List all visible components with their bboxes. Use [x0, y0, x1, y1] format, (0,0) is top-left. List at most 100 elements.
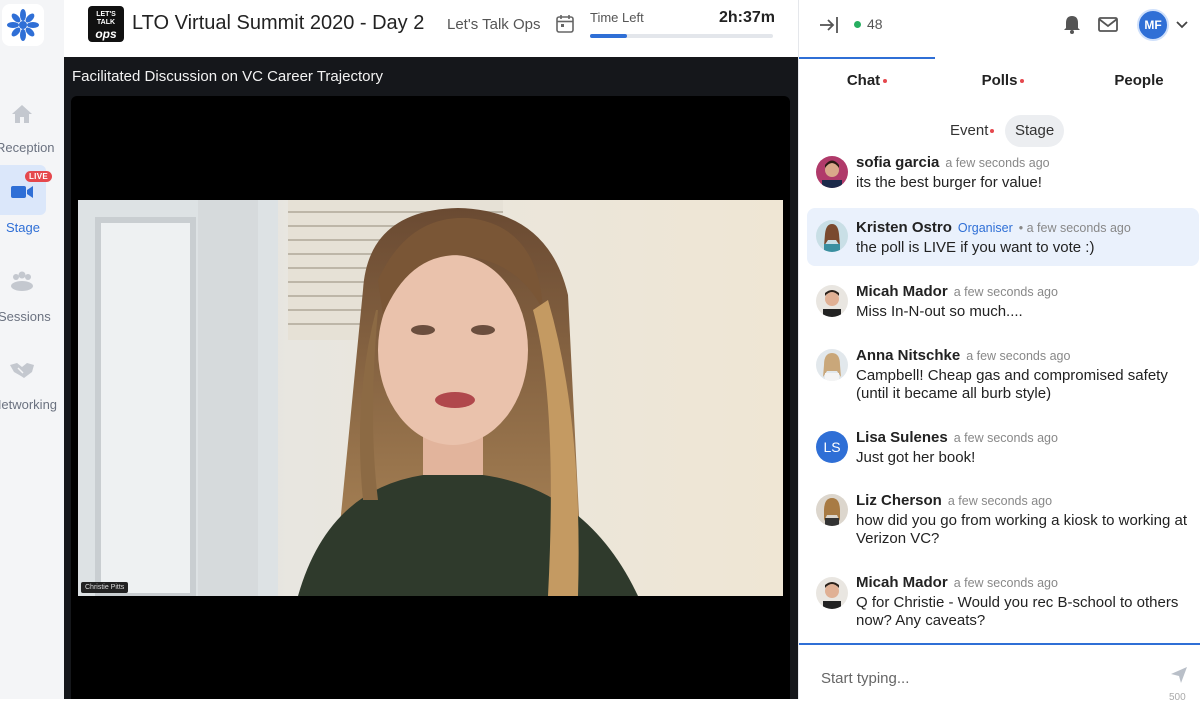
- message-time: a few seconds ago: [966, 349, 1071, 363]
- avatar-photo: [816, 220, 848, 252]
- panel-toolbar: 48 MF: [799, 0, 1200, 50]
- message-time: a few seconds ago: [945, 156, 1050, 170]
- panel-tabs: Chat Polls People: [799, 57, 1200, 107]
- avatar-photo: [816, 349, 848, 381]
- tab-label: Polls: [981, 72, 1018, 89]
- char-limit: 500: [1169, 692, 1186, 703]
- message-text: Q for Christie - Would you rec B-school …: [856, 594, 1179, 629]
- home-icon: [12, 105, 32, 123]
- top-bar: LET'S TALK ops LTO Virtual Summit 2020 -…: [64, 0, 798, 57]
- user-avatar[interactable]: MF: [1137, 9, 1169, 41]
- chat-message: Micah Mador a few seconds ago Q for Chris…: [807, 569, 1199, 642]
- speaker-video-image: [78, 200, 783, 596]
- speaker-name-tag: Christie Pitts: [81, 582, 129, 593]
- event-logo[interactable]: LET'S TALK ops: [88, 6, 124, 42]
- event-logo-text: LET'S TALK: [96, 11, 116, 26]
- message-time: a few seconds ago: [953, 576, 1058, 590]
- avatar[interactable]: [816, 349, 848, 381]
- send-icon[interactable]: [1169, 665, 1189, 685]
- online-count: 48: [867, 16, 883, 32]
- author-name[interactable]: sofia garcia: [856, 154, 939, 171]
- rail-item-label: Networking: [0, 397, 58, 412]
- tab-label: Chat: [846, 72, 881, 89]
- rail-item-label: Reception: [0, 140, 55, 155]
- message-time: a few seconds ago: [953, 431, 1058, 445]
- people-group-icon: [11, 271, 33, 291]
- event-title: LTO Virtual Summit 2020 - Day 2: [132, 12, 425, 34]
- message-text: the poll is LIVE if you want to vote :): [856, 239, 1095, 256]
- tab-chat[interactable]: Chat: [799, 57, 935, 107]
- stage-area: Facilitated Discussion on VC Career Traj…: [64, 57, 798, 699]
- message-author: Lisa Sulenes a few seconds ago: [856, 429, 1058, 446]
- organiser-badge: Organiser: [957, 221, 1013, 235]
- author-name[interactable]: Anna Nitschke: [856, 347, 960, 364]
- avatar[interactable]: [816, 156, 848, 188]
- avatar[interactable]: LS: [816, 431, 848, 463]
- message-author: Anna Nitschke a few seconds ago: [856, 347, 1070, 364]
- video-frame: Christie Pitts: [71, 96, 790, 699]
- time-left-label: Time Left: [590, 10, 644, 25]
- chat-subtabs: Event Stage: [799, 113, 1200, 149]
- chat-message: Micah Mador a few seconds ago Miss In-N-o…: [807, 276, 1199, 332]
- collapse-panel-icon[interactable]: [817, 13, 841, 37]
- author-name[interactable]: Micah Mador: [856, 283, 948, 300]
- message-author: Micah Mador a few seconds ago: [856, 283, 1058, 300]
- handshake-icon: [10, 363, 34, 378]
- avatar[interactable]: [816, 494, 848, 526]
- message-time: • a few seconds ago: [1018, 221, 1131, 235]
- app-logo-icon: [7, 9, 39, 41]
- message-text: how did you go from working a kiosk to w…: [856, 512, 1187, 547]
- avatar[interactable]: [816, 577, 848, 609]
- rail-item-label: Sessions: [0, 309, 51, 324]
- chat-input[interactable]: [821, 667, 1141, 689]
- mail-icon[interactable]: [1097, 13, 1119, 35]
- session-title: Facilitated Discussion on VC Career Traj…: [72, 68, 383, 85]
- time-progress-fill: [590, 34, 627, 38]
- subtab-event[interactable]: Event: [940, 115, 1004, 147]
- avatar-photo: [816, 156, 848, 188]
- message-author: Liz Cherson a few seconds ago: [856, 492, 1052, 509]
- calendar-icon[interactable]: [554, 13, 576, 35]
- subtab-label: Stage: [1015, 122, 1055, 139]
- bell-icon[interactable]: [1061, 13, 1083, 35]
- message-text: Miss In-N-out so much....: [856, 303, 1023, 320]
- online-indicator: [854, 21, 861, 28]
- chevron-down-icon[interactable]: [1174, 16, 1190, 32]
- time-progress-bar: [590, 34, 773, 38]
- subtab-stage[interactable]: Stage: [1005, 115, 1065, 147]
- organizer-name[interactable]: Let's Talk Ops: [447, 16, 540, 33]
- avatar[interactable]: [816, 285, 848, 317]
- author-name[interactable]: Micah Mador: [856, 574, 948, 591]
- live-badge: LIVE: [25, 171, 52, 182]
- avatar[interactable]: [816, 220, 848, 252]
- avatar-photo: [816, 285, 848, 317]
- subtab-label: Event: [950, 122, 989, 139]
- chat-message: Liz Cherson a few seconds ago how did you…: [807, 487, 1199, 563]
- chat-message: Anna Nitschke a few seconds ago Campbell!…: [807, 340, 1199, 416]
- speaker-video[interactable]: Christie Pitts: [78, 200, 783, 596]
- author-name[interactable]: Lisa Sulenes: [856, 429, 948, 446]
- rail-item-reception[interactable]: Reception: [0, 88, 64, 168]
- rail-item-label: Stage: [6, 220, 40, 235]
- rail-item-stage[interactable]: LIVE Stage: [0, 165, 64, 245]
- app-logo[interactable]: [2, 4, 44, 46]
- chat-message-list[interactable]: sofia garcia a few seconds ago its the be…: [799, 150, 1200, 642]
- chat-message: sofia garcia a few seconds ago its the be…: [807, 150, 1199, 206]
- author-name[interactable]: Liz Cherson: [856, 492, 942, 509]
- time-left-value: 2h:37m: [719, 9, 776, 26]
- message-time: a few seconds ago: [947, 494, 1053, 508]
- avatar-photo: [816, 577, 848, 609]
- tab-underline: [799, 57, 935, 59]
- left-rail: Reception LIVE Stage Sessions Networking: [0, 0, 64, 699]
- tab-label: People: [1114, 72, 1164, 89]
- message-time: a few seconds ago: [953, 285, 1058, 299]
- tab-people[interactable]: People: [1071, 57, 1200, 107]
- tab-polls[interactable]: Polls: [935, 57, 1071, 107]
- message-author: Micah Mador a few seconds ago: [856, 574, 1058, 591]
- message-text: Campbell! Cheap gas and compromised safe…: [856, 367, 1168, 402]
- chat-message: Kristen Ostro Organiser • a few seconds ag…: [807, 208, 1199, 266]
- side-panel: 48 MF Chat Polls People Event Stage sofi…: [798, 0, 1200, 703]
- author-name[interactable]: Kristen Ostro: [856, 219, 952, 236]
- rail-item-sessions[interactable]: Sessions: [0, 255, 64, 335]
- rail-item-networking[interactable]: Networking: [0, 343, 64, 423]
